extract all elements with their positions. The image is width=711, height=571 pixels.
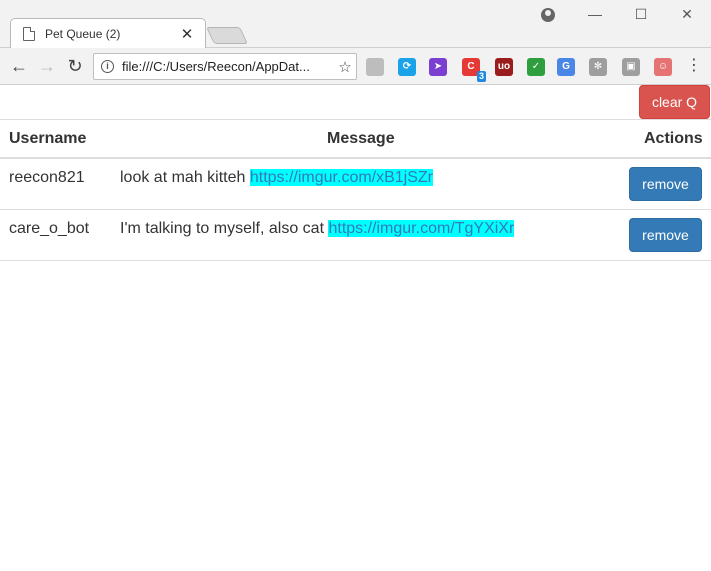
message-link[interactable]: https://imgur.com/TgYXiXr (328, 220, 515, 237)
back-arrow-icon[interactable]: ← (8, 55, 30, 77)
message-link[interactable]: https://imgur.com/xB1jSZr (249, 169, 434, 186)
maximize-button[interactable]: ☐ (631, 6, 651, 23)
chrome-menu-icon[interactable]: ⋮ (686, 56, 702, 76)
browser-titlebar: Pet Queue (2) ✕ — ☐ ✕ (0, 0, 711, 49)
extension-face-icon[interactable]: ☺ (654, 58, 672, 76)
table-row: reecon821 look at mah kitteh https://img… (0, 159, 711, 210)
extension-share-icon[interactable]: ⟳ (398, 58, 416, 76)
forward-arrow-icon[interactable]: → (36, 55, 58, 77)
url-text[interactable]: file:///C:/Users/Reecon/AppDat... (122, 59, 334, 74)
clear-queue-button[interactable]: clear Q (639, 85, 710, 119)
username-cell: reecon821 (9, 169, 85, 186)
table-header: Username Message Actions (0, 119, 711, 159)
extension-cursor-icon[interactable]: ➤ (429, 58, 447, 76)
new-tab-button[interactable] (206, 27, 248, 44)
message-text: I'm talking to myself, also cat (120, 220, 329, 237)
extension-badge: 3 (476, 71, 486, 82)
column-header-actions: Actions (644, 130, 703, 147)
tab-title: Pet Queue (2) (45, 27, 121, 41)
message-cell: look at mah kitteh https://imgur.com/xB1… (120, 169, 434, 187)
message-cell: I'm talking to myself, also cat https://… (120, 220, 515, 238)
info-icon[interactable]: i (101, 60, 114, 73)
extension-box-icon[interactable]: ▣ (622, 58, 640, 76)
column-header-username: Username (9, 130, 87, 147)
address-bar[interactable]: i file:///C:/Users/Reecon/AppDat... ☆ (93, 53, 357, 80)
username-cell: care_o_bot (9, 220, 90, 237)
tab-close-icon[interactable]: ✕ (179, 25, 195, 43)
remove-button[interactable]: remove (629, 218, 702, 252)
extension-check-icon[interactable]: ✓ (527, 58, 545, 76)
message-text: look at mah kitteh (120, 169, 250, 186)
extension-c-icon[interactable]: C3 (462, 58, 486, 82)
minimize-button[interactable]: — (585, 6, 605, 22)
page-content: clear Q Username Message Actions reecon8… (0, 85, 711, 571)
extension-gray-icon[interactable] (366, 58, 384, 76)
translate-icon[interactable]: G (557, 58, 575, 76)
table-row: care_o_bot I'm talking to myself, also c… (0, 210, 711, 261)
close-window-button[interactable]: ✕ (677, 6, 697, 23)
remove-button[interactable]: remove (629, 167, 702, 201)
document-icon (23, 27, 35, 41)
extension-gear-icon[interactable]: ✻ (589, 58, 607, 76)
browser-toolbar: ← → ↻ i file:///C:/Users/Reecon/AppDat..… (0, 48, 711, 85)
bookmark-star-icon[interactable]: ☆ (334, 58, 356, 76)
ublock-icon[interactable]: uo (495, 58, 513, 76)
reload-icon[interactable]: ↻ (64, 55, 86, 77)
profile-icon[interactable] (541, 8, 555, 22)
browser-tab[interactable]: Pet Queue (2) ✕ (10, 18, 206, 49)
column-header-message: Message (327, 130, 395, 147)
